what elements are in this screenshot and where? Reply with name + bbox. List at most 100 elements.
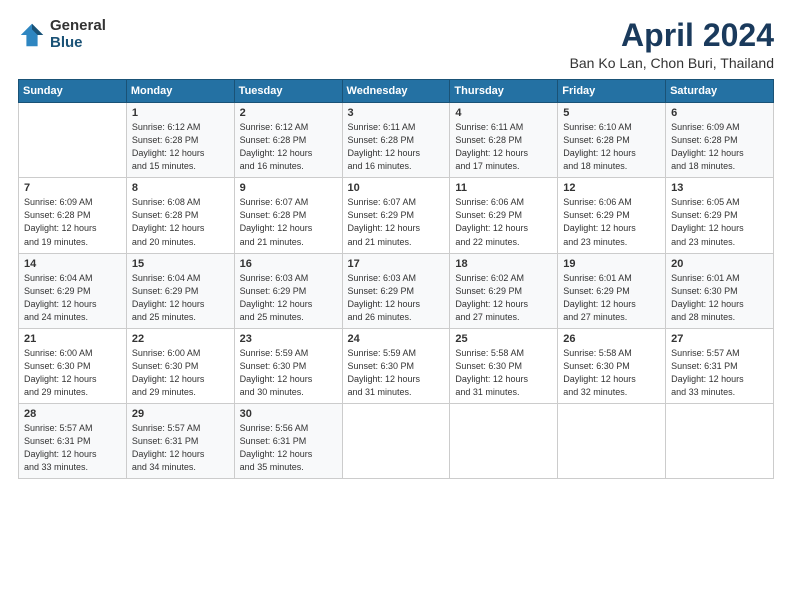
day-number: 8 xyxy=(132,182,229,194)
day-number: 22 xyxy=(132,333,229,345)
calendar-cell: 22 Sunrise: 6:00 AM Sunset: 6:30 PM Dayli… xyxy=(126,328,234,403)
day-info: Sunrise: 6:07 AM Sunset: 6:29 PM Dayligh… xyxy=(348,196,445,248)
day-info: Sunrise: 6:10 AM Sunset: 6:28 PM Dayligh… xyxy=(563,121,660,173)
day-info: Sunrise: 5:58 AM Sunset: 6:30 PM Dayligh… xyxy=(563,347,660,399)
week-row-5: 28 Sunrise: 5:57 AM Sunset: 6:31 PM Dayli… xyxy=(19,403,774,478)
calendar-cell: 13Sunrise: 6:05 AM Sunset: 6:29 PM Dayli… xyxy=(666,178,774,253)
header-tuesday: Tuesday xyxy=(234,80,342,103)
week-row-1: 1 Sunrise: 6:12 AM Sunset: 6:28 PM Daylig… xyxy=(19,103,774,178)
day-info: Sunrise: 5:59 AM Sunset: 6:30 PM Dayligh… xyxy=(348,347,445,399)
header: General Blue April 2024 Ban Ko Lan, Chon… xyxy=(18,18,774,71)
calendar-cell: 1 Sunrise: 6:12 AM Sunset: 6:28 PM Daylig… xyxy=(126,103,234,178)
day-info: Sunrise: 6:04 AM Sunset: 6:29 PM Dayligh… xyxy=(132,272,229,324)
calendar-cell xyxy=(666,403,774,478)
calendar-cell: 6Sunrise: 6:09 AM Sunset: 6:28 PM Daylig… xyxy=(666,103,774,178)
day-number: 18 xyxy=(455,258,552,270)
day-number: 27 xyxy=(671,333,768,345)
calendar-cell xyxy=(450,403,558,478)
day-number: 2 xyxy=(240,107,337,119)
day-number: 1 xyxy=(132,107,229,119)
calendar-cell: 15 Sunrise: 6:04 AM Sunset: 6:29 PM Dayli… xyxy=(126,253,234,328)
day-number: 19 xyxy=(563,258,660,270)
day-info: Sunrise: 6:01 AM Sunset: 6:30 PM Dayligh… xyxy=(671,272,768,324)
day-info: Sunrise: 6:03 AM Sunset: 6:29 PM Dayligh… xyxy=(240,272,337,324)
calendar-table: Sunday Monday Tuesday Wednesday Thursday… xyxy=(18,79,774,479)
day-info: Sunrise: 6:11 AM Sunset: 6:28 PM Dayligh… xyxy=(455,121,552,173)
day-number: 17 xyxy=(348,258,445,270)
day-info: Sunrise: 5:58 AM Sunset: 6:30 PM Dayligh… xyxy=(455,347,552,399)
day-number: 9 xyxy=(240,182,337,194)
weekday-header-row: Sunday Monday Tuesday Wednesday Thursday… xyxy=(19,80,774,103)
header-friday: Friday xyxy=(558,80,666,103)
week-row-4: 21 Sunrise: 6:00 AM Sunset: 6:30 PM Dayli… xyxy=(19,328,774,403)
day-info: Sunrise: 5:57 AM Sunset: 6:31 PM Dayligh… xyxy=(671,347,768,399)
day-number: 30 xyxy=(240,408,337,420)
logo-icon xyxy=(18,21,46,49)
logo-text: General Blue xyxy=(50,18,106,51)
calendar-cell: 30 Sunrise: 5:56 AM Sunset: 6:31 PM Dayli… xyxy=(234,403,342,478)
calendar-cell: 28Sunrise: 5:57 AM Sunset: 6:31 PM Dayli… xyxy=(19,403,127,478)
calendar-cell: 10 Sunrise: 6:07 AM Sunset: 6:29 PM Dayli… xyxy=(342,178,450,253)
header-thursday: Thursday xyxy=(450,80,558,103)
day-number: 21 xyxy=(24,333,121,345)
calendar-cell: 19Sunrise: 6:01 AM Sunset: 6:29 PM Dayli… xyxy=(558,253,666,328)
day-info: Sunrise: 6:00 AM Sunset: 6:30 PM Dayligh… xyxy=(132,347,229,399)
day-info: Sunrise: 6:06 AM Sunset: 6:29 PM Dayligh… xyxy=(455,196,552,248)
day-info: Sunrise: 6:06 AM Sunset: 6:29 PM Dayligh… xyxy=(563,196,660,248)
day-info: Sunrise: 6:05 AM Sunset: 6:29 PM Dayligh… xyxy=(671,196,768,248)
day-info: Sunrise: 6:12 AM Sunset: 6:28 PM Dayligh… xyxy=(132,121,229,173)
calendar-cell: 8 Sunrise: 6:08 AM Sunset: 6:28 PM Daylig… xyxy=(126,178,234,253)
day-number: 11 xyxy=(455,182,552,194)
calendar-cell: 17Sunrise: 6:03 AM Sunset: 6:29 PM Dayli… xyxy=(342,253,450,328)
logo: General Blue xyxy=(18,18,106,51)
day-info: Sunrise: 5:57 AM Sunset: 6:31 PM Dayligh… xyxy=(132,422,229,474)
day-info: Sunrise: 6:09 AM Sunset: 6:28 PM Dayligh… xyxy=(24,196,121,248)
day-number: 4 xyxy=(455,107,552,119)
day-info: Sunrise: 6:07 AM Sunset: 6:28 PM Dayligh… xyxy=(240,196,337,248)
calendar-cell: 29 Sunrise: 5:57 AM Sunset: 6:31 PM Dayli… xyxy=(126,403,234,478)
calendar-cell: 16 Sunrise: 6:03 AM Sunset: 6:29 PM Dayli… xyxy=(234,253,342,328)
header-sunday: Sunday xyxy=(19,80,127,103)
day-number: 3 xyxy=(348,107,445,119)
day-number: 10 xyxy=(348,182,445,194)
day-number: 26 xyxy=(563,333,660,345)
week-row-2: 7Sunrise: 6:09 AM Sunset: 6:28 PM Daylig… xyxy=(19,178,774,253)
calendar-cell: 18 Sunrise: 6:02 AM Sunset: 6:29 PM Dayli… xyxy=(450,253,558,328)
day-number: 28 xyxy=(24,408,121,420)
calendar-cell: 14 Sunrise: 6:04 AM Sunset: 6:29 PM Dayli… xyxy=(19,253,127,328)
calendar-cell: 5Sunrise: 6:10 AM Sunset: 6:28 PM Daylig… xyxy=(558,103,666,178)
header-monday: Monday xyxy=(126,80,234,103)
day-number: 14 xyxy=(24,258,121,270)
logo-blue-label: Blue xyxy=(50,35,106,52)
logo-general-label: General xyxy=(50,18,106,35)
day-info: Sunrise: 6:09 AM Sunset: 6:28 PM Dayligh… xyxy=(671,121,768,173)
day-number: 24 xyxy=(348,333,445,345)
calendar-cell: 3 Sunrise: 6:11 AM Sunset: 6:28 PM Daylig… xyxy=(342,103,450,178)
calendar-cell xyxy=(558,403,666,478)
calendar-cell xyxy=(342,403,450,478)
day-number: 16 xyxy=(240,258,337,270)
day-info: Sunrise: 6:11 AM Sunset: 6:28 PM Dayligh… xyxy=(348,121,445,173)
calendar-cell: 12Sunrise: 6:06 AM Sunset: 6:29 PM Dayli… xyxy=(558,178,666,253)
day-info: Sunrise: 5:56 AM Sunset: 6:31 PM Dayligh… xyxy=(240,422,337,474)
calendar-cell: 27 Sunrise: 5:57 AM Sunset: 6:31 PM Dayli… xyxy=(666,328,774,403)
title-block: April 2024 Ban Ko Lan, Chon Buri, Thaila… xyxy=(570,18,774,71)
calendar-cell: 25Sunrise: 5:58 AM Sunset: 6:30 PM Dayli… xyxy=(450,328,558,403)
day-number: 15 xyxy=(132,258,229,270)
header-saturday: Saturday xyxy=(666,80,774,103)
day-info: Sunrise: 6:12 AM Sunset: 6:28 PM Dayligh… xyxy=(240,121,337,173)
calendar-cell xyxy=(19,103,127,178)
day-info: Sunrise: 6:04 AM Sunset: 6:29 PM Dayligh… xyxy=(24,272,121,324)
page: General Blue April 2024 Ban Ko Lan, Chon… xyxy=(0,0,792,612)
calendar-cell: 4 Sunrise: 6:11 AM Sunset: 6:28 PM Daylig… xyxy=(450,103,558,178)
calendar-title: April 2024 xyxy=(570,18,774,53)
day-number: 29 xyxy=(132,408,229,420)
calendar-cell: 26 Sunrise: 5:58 AM Sunset: 6:30 PM Dayli… xyxy=(558,328,666,403)
calendar-cell: 9 Sunrise: 6:07 AM Sunset: 6:28 PM Daylig… xyxy=(234,178,342,253)
day-info: Sunrise: 6:00 AM Sunset: 6:30 PM Dayligh… xyxy=(24,347,121,399)
day-number: 23 xyxy=(240,333,337,345)
calendar-cell: 23Sunrise: 5:59 AM Sunset: 6:30 PM Dayli… xyxy=(234,328,342,403)
day-info: Sunrise: 6:02 AM Sunset: 6:29 PM Dayligh… xyxy=(455,272,552,324)
header-wednesday: Wednesday xyxy=(342,80,450,103)
day-info: Sunrise: 6:08 AM Sunset: 6:28 PM Dayligh… xyxy=(132,196,229,248)
